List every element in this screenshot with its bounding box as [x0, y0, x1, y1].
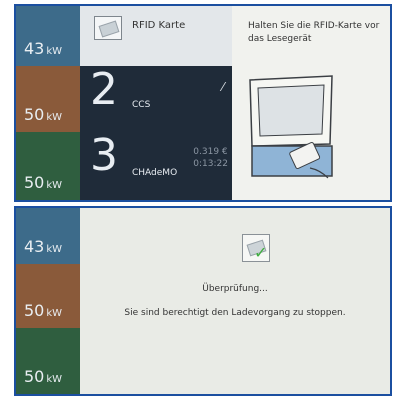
connector-number: 2 [90, 64, 118, 115]
power-row-3[interactable]: 50 kW [16, 328, 80, 394]
connector-number: 3 [90, 130, 118, 181]
power-value: 50 [24, 105, 45, 124]
connector-value: ⁄ [221, 80, 224, 94]
power-unit: kW [46, 244, 63, 255]
power-value: 43 [24, 39, 45, 58]
verification-screen: 43 kW 50 kW 50 kW ✓ Überprüfung... Sie sind… [14, 206, 392, 396]
power-row-2[interactable]: 50 kW [16, 66, 80, 132]
connector-type: CCS [132, 100, 151, 110]
power-value: 43 [24, 237, 45, 256]
connector-list: 2 CCS ⁄ 3 CHAdeMO 0.319 € 0:13:22 [80, 6, 232, 200]
rfid-instruction-panel: Halten Sie die RFID-Karte vor das Lesege… [232, 6, 390, 200]
power-value: 50 [24, 173, 45, 192]
power-row-3[interactable]: 50 kW [16, 132, 80, 200]
power-unit: kW [46, 112, 63, 123]
power-unit: kW [46, 180, 63, 191]
connector-chademo[interactable]: 3 CHAdeMO 0.319 € 0:13:22 [80, 130, 232, 200]
connector-ccs[interactable]: 2 CCS ⁄ [80, 64, 232, 133]
rfid-prompt-screen: 43 kW 50 kW 50 kW RFID Karte 2 CCS ⁄ 3 CHAd… [14, 4, 392, 202]
connector-value: 0.319 € 0:13:22 [193, 147, 228, 169]
power-row-2[interactable]: 50 kW [16, 264, 80, 328]
authorization-message: Sie sind berechtigt den Ladevorgang zu s… [124, 308, 346, 318]
power-value: 50 [24, 301, 45, 320]
card-reader-illustration [249, 75, 333, 179]
power-column: 43 kW 50 kW 50 kW [16, 6, 80, 200]
power-unit: kW [46, 308, 63, 319]
instruction-text: Halten Sie die RFID-Karte vor das Lesege… [248, 21, 380, 44]
rfid-check-icon: ✓ [242, 234, 270, 262]
power-row-1[interactable]: 43 kW [16, 6, 80, 66]
power-unit: kW [46, 46, 63, 57]
power-value: 50 [24, 367, 45, 386]
connector-type: CHAdeMO [132, 168, 178, 178]
status-panel: ✓ Überprüfung... Sie sind berechtigt den… [80, 208, 390, 394]
status-text: Überprüfung... [202, 284, 268, 294]
power-unit: kW [46, 374, 63, 385]
power-row-1[interactable]: 43 kW [16, 208, 80, 264]
power-column: 43 kW 50 kW 50 kW [16, 208, 80, 394]
